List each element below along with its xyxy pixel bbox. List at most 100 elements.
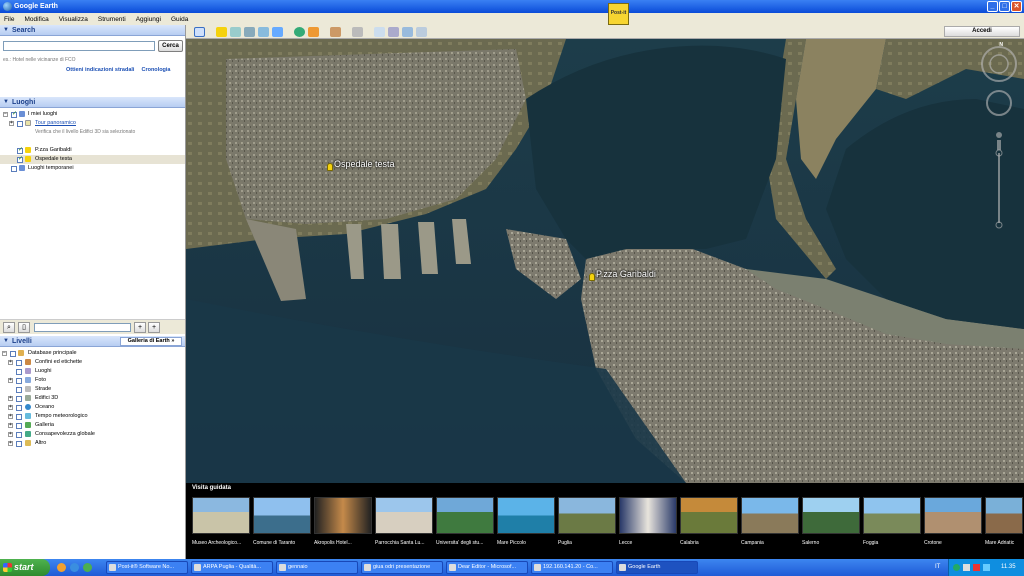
taskbar-item[interactable]: Post-it® Software No... [106, 561, 188, 574]
add-path-icon[interactable] [244, 27, 255, 37]
layer-row[interactable]: + Consapevolezza globale [0, 430, 185, 439]
email-icon[interactable] [374, 27, 385, 37]
taskbar-item[interactable]: gennaio [276, 561, 358, 574]
layer-row[interactable]: + Galleria [0, 421, 185, 430]
directions-link[interactable]: Ottieni indicazioni stradali [66, 67, 134, 73]
add-polygon-icon[interactable] [230, 27, 241, 37]
tree-link[interactable]: Tour panoramico [35, 119, 76, 128]
checkbox[interactable] [16, 431, 22, 438]
navigation-controls[interactable] [980, 45, 1018, 231]
checkbox[interactable] [11, 110, 17, 119]
menu-file[interactable]: File [4, 16, 14, 23]
placemark-pin-icon[interactable] [327, 163, 333, 171]
close-button[interactable]: ✕ [1011, 1, 1022, 12]
save-image-icon[interactable] [402, 27, 413, 37]
menu-view[interactable]: Visualizza [59, 16, 88, 23]
expand-icon[interactable]: + [8, 422, 13, 428]
checkbox[interactable] [16, 422, 22, 429]
tour-thumbnail[interactable] [314, 497, 372, 534]
tour-thumbnail[interactable] [253, 497, 311, 534]
history-link[interactable]: Cronologia [141, 67, 170, 73]
add-overlay-icon[interactable] [258, 27, 269, 37]
checkbox[interactable] [17, 120, 23, 127]
placemark-label-hospital[interactable]: Ospedale testa [334, 159, 395, 169]
tour-thumbnail[interactable] [863, 497, 921, 534]
move-joystick[interactable] [986, 90, 1012, 116]
checkbox[interactable] [16, 404, 22, 411]
tray-icon[interactable] [963, 564, 970, 571]
layers-panel-header[interactable]: ▼ Livelli Galleria di Earth » [0, 336, 185, 347]
places-filter-input[interactable] [34, 323, 131, 332]
taskbar-item[interactable]: ARPA Puglia - Qualità... [191, 561, 273, 574]
tour-thumbnail[interactable] [741, 497, 799, 534]
tour-thumbnail[interactable] [497, 497, 555, 534]
expand-icon[interactable]: − [3, 111, 8, 117]
tray-icon[interactable] [953, 564, 960, 571]
checkbox[interactable] [16, 386, 22, 393]
print-icon[interactable] [388, 27, 399, 37]
historical-imagery-icon[interactable] [294, 27, 305, 37]
expand-icon[interactable]: + [8, 395, 13, 401]
expand-icon[interactable]: + [8, 359, 13, 365]
tour-thumbnail[interactable] [436, 497, 494, 534]
taskbar-item[interactable]: 192.160.141.20 - Co... [531, 561, 613, 574]
volume-icon[interactable] [983, 564, 990, 571]
layer-row[interactable]: Strade [0, 385, 185, 394]
expand-icon[interactable]: + [8, 413, 13, 419]
clock[interactable]: 11.35 [1001, 564, 1016, 570]
taskbar-item[interactable]: Dear Editor - Microsof... [446, 561, 528, 574]
tour-thumbnail[interactable] [375, 497, 433, 534]
expand-icon[interactable]: + [8, 440, 13, 446]
menu-tools[interactable]: Strumenti [98, 16, 126, 23]
firefox-icon[interactable] [57, 563, 66, 572]
tour-thumbnail[interactable] [802, 497, 860, 534]
expand-icon[interactable]: − [2, 350, 7, 356]
view-in-maps-icon[interactable] [416, 27, 427, 37]
earth-gallery-button[interactable]: Galleria di Earth » [120, 337, 182, 346]
layer-row[interactable]: Luoghi [0, 367, 185, 376]
menu-edit[interactable]: Modifica [24, 16, 48, 23]
sidebar-toggle-icon[interactable] [194, 27, 205, 37]
tour-thumbnail[interactable] [985, 497, 1023, 534]
search-icon[interactable]: ⌕ [3, 322, 15, 333]
tree-row-temporary[interactable]: Luoghi temporanei [0, 164, 185, 173]
tour-thumbnail[interactable] [680, 497, 738, 534]
checkbox[interactable] [17, 155, 23, 164]
move-up-icon[interactable]: + [134, 322, 146, 333]
layer-row[interactable]: − Database principale [0, 349, 185, 358]
add-placemark-icon[interactable] [216, 27, 227, 37]
taskbar-item[interactable]: giua odri presentazione [361, 561, 443, 574]
search-input[interactable] [3, 41, 155, 51]
checkbox[interactable] [16, 440, 22, 447]
expand-icon[interactable]: + [8, 404, 13, 410]
checkbox[interactable] [10, 350, 16, 357]
layer-row[interactable]: + Edifici 3D [0, 394, 185, 403]
tree-row-my-places[interactable]: − I miei luoghi [0, 110, 185, 119]
planets-icon[interactable] [330, 27, 341, 37]
expand-icon[interactable]: + [8, 377, 13, 383]
ruler-icon[interactable] [352, 27, 363, 37]
placemark-label-square[interactable]: P.zza Garibaldi [596, 269, 656, 279]
search-panel-header[interactable]: ▼ Search [0, 25, 185, 36]
checkbox[interactable] [11, 165, 17, 172]
panel-toggle-icon[interactable]: ▯ [18, 322, 30, 333]
checkbox[interactable] [17, 146, 23, 155]
postit-widget[interactable]: Post-it [608, 3, 629, 25]
layer-row[interactable]: + Altro [0, 439, 185, 448]
tree-row-tour[interactable]: + Tour panoramico [0, 119, 185, 128]
tour-thumbnail[interactable] [192, 497, 250, 534]
sunlight-icon[interactable] [308, 27, 319, 37]
layer-row[interactable]: + Confini ed etichette [0, 358, 185, 367]
map-view[interactable]: Ospedale testa P.zza Garibaldi N [186, 39, 1024, 483]
layer-row[interactable]: + Oceano [0, 403, 185, 412]
placemark-pin-icon[interactable] [589, 273, 595, 281]
tree-row-ospedale[interactable]: Ospedale testa [0, 155, 185, 164]
tree-row-garibaldi[interactable]: P.zza Garibaldi [0, 146, 185, 155]
tour-thumbnail[interactable] [924, 497, 982, 534]
internet-explorer-icon[interactable] [70, 563, 79, 572]
checkbox[interactable] [16, 395, 22, 402]
checkbox[interactable] [16, 377, 22, 384]
checkbox[interactable] [16, 413, 22, 420]
menu-help[interactable]: Guida [171, 16, 188, 23]
minimize-button[interactable]: _ [987, 1, 998, 12]
